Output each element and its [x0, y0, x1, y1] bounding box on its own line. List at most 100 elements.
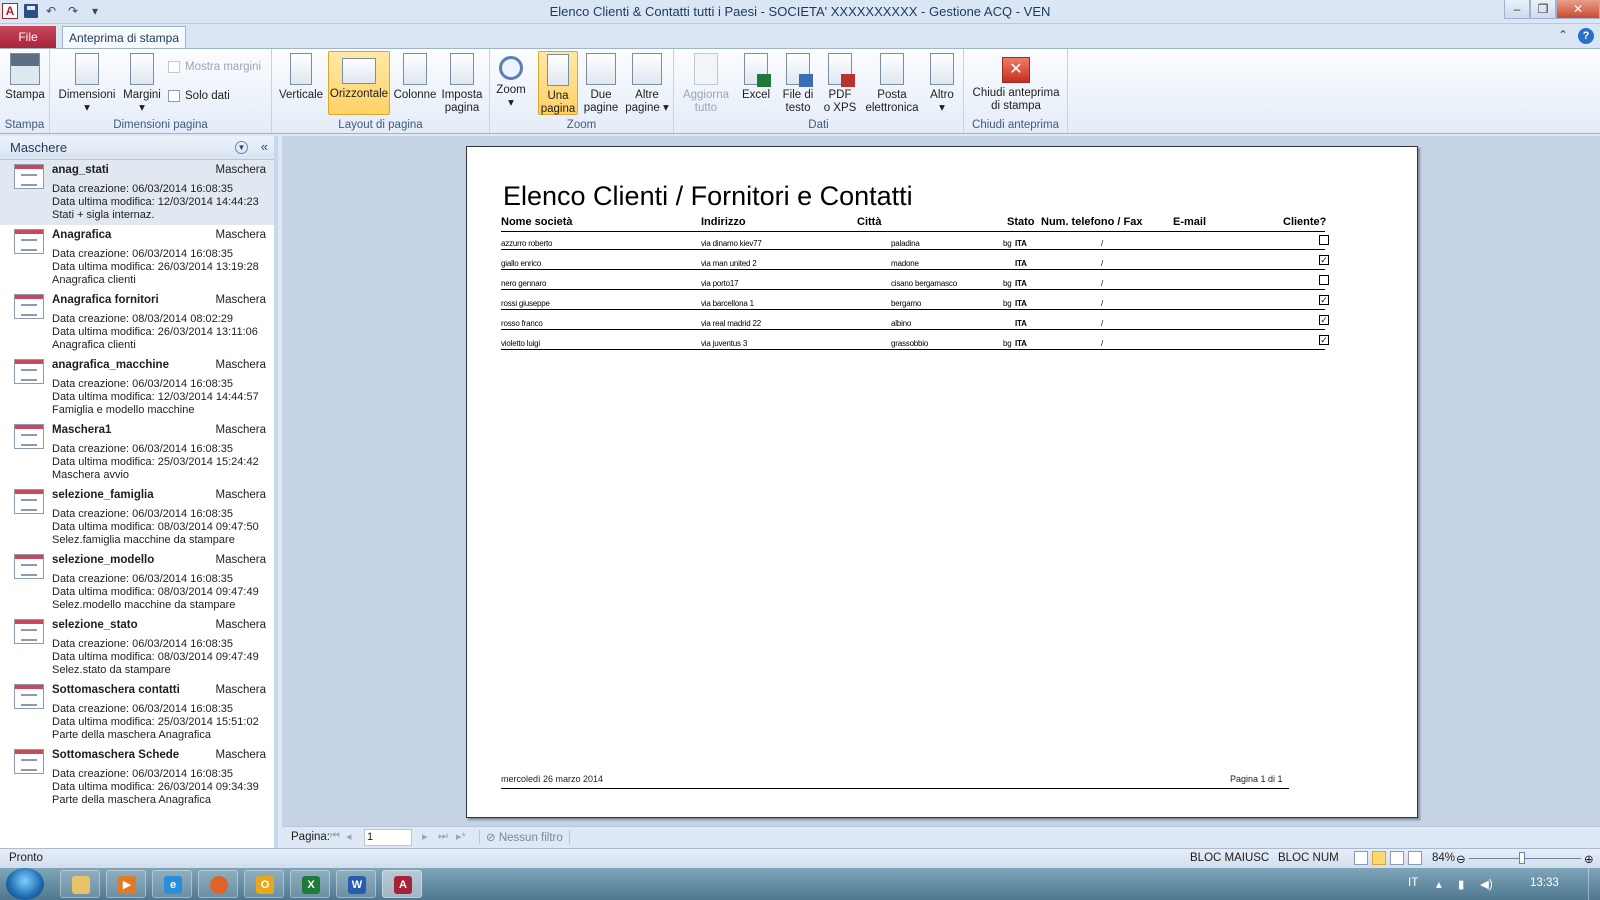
nav-item[interactable]: Sottomaschera contatti Maschera Data creaz… — [0, 680, 274, 745]
nav-item-created: Data creazione: 06/03/2014 16:08:35 — [52, 378, 234, 390]
more-export-button[interactable]: Altro ▾ — [924, 51, 960, 115]
taskbar-media-player[interactable]: ▶ — [106, 870, 146, 898]
report-cliente-checkbox: ✓ — [1319, 255, 1329, 265]
page-setup-icon — [450, 53, 474, 85]
collapse-pane-icon[interactable]: « — [261, 139, 268, 154]
report-cell-indirizzo: via dinamo kiev77 — [701, 239, 762, 248]
taskbar-word[interactable]: W — [336, 870, 376, 898]
taskbar-internet-explorer[interactable]: e — [152, 870, 192, 898]
nav-item[interactable]: anagrafica_macchine Maschera Data creazion… — [0, 355, 274, 420]
nav-item[interactable]: Anagrafica fornitori Maschera Data creazio… — [0, 290, 274, 355]
data-only-checkbox[interactable]: Solo dati — [168, 90, 230, 102]
zoom-slider-thumb[interactable] — [1519, 852, 1525, 864]
export-pdf-button[interactable]: PDF o XPS — [820, 51, 860, 115]
zoom-button[interactable]: Zoom ▾ — [494, 51, 528, 115]
nav-item-type: Maschera — [215, 684, 267, 696]
form-icon — [14, 164, 44, 189]
columns-button[interactable]: Colonne — [392, 51, 438, 115]
last-page-icon[interactable]: ⏭ — [438, 830, 448, 843]
nav-item-name: selezione_modello — [52, 554, 155, 566]
nav-item[interactable]: selezione_modello Maschera Data creazione:… — [0, 550, 274, 615]
taskbar-excel[interactable]: X — [290, 870, 330, 898]
minimize-button[interactable]: – — [1504, 0, 1530, 19]
print-preview-view-icon[interactable] — [1372, 851, 1386, 865]
print-button[interactable]: Stampa — [4, 51, 46, 115]
nav-item[interactable]: Maschera1 Maschera Data creazione: 06/03/2… — [0, 420, 274, 485]
tab-file[interactable]: File — [0, 26, 56, 48]
one-page-button[interactable]: Una pagina — [538, 51, 578, 115]
two-pages-button[interactable]: Due pagine — [580, 51, 622, 115]
nav-item-type: Maschera — [215, 619, 267, 631]
nav-item[interactable]: Anagrafica Maschera Data creazione: 06/03/… — [0, 225, 274, 290]
zoom-out-icon[interactable]: ⊖ — [1456, 852, 1466, 866]
report-cell-indirizzo: via juventus 3 — [701, 339, 748, 348]
language-indicator[interactable]: IT — [1408, 877, 1418, 889]
report-cliente-checkbox — [1319, 275, 1329, 285]
export-text-button[interactable]: File di testo — [778, 51, 818, 115]
more-pages-button[interactable]: Altre pagine ▾ — [624, 51, 670, 115]
landscape-button[interactable]: Orizzontale — [328, 51, 390, 115]
nav-item-created: Data creazione: 06/03/2014 16:08:35 — [52, 248, 234, 260]
margins-icon — [130, 53, 154, 85]
network-icon[interactable]: ▮ — [1458, 877, 1464, 891]
volume-icon[interactable]: ◀) — [1480, 877, 1493, 891]
close-preview-button[interactable]: ✕ Chiudi anteprima di stampa — [968, 51, 1064, 115]
report-cliente-checkbox: ✓ — [1319, 335, 1329, 345]
refresh-all-button[interactable]: Aggiorna tutto — [678, 51, 734, 115]
maximize-button[interactable]: ❐ — [1530, 0, 1556, 19]
text-file-icon — [786, 53, 813, 87]
report-cell-stato: ITA — [1015, 319, 1027, 328]
page-size-icon — [75, 53, 99, 85]
export-excel-button[interactable]: Excel — [736, 51, 776, 115]
report-view-icon[interactable] — [1354, 851, 1368, 865]
show-margins-checkbox[interactable]: Mostra margini — [168, 61, 261, 73]
tab-print-preview[interactable]: Anteprima di stampa — [62, 26, 186, 49]
zoom-slider-track[interactable] — [1469, 858, 1581, 859]
next-page-icon[interactable]: ▸ — [422, 830, 428, 843]
layout-view-icon[interactable] — [1390, 851, 1404, 865]
nav-item-description: Parte della maschera Anagrafica — [52, 794, 211, 806]
nav-dropdown-icon[interactable]: ▼ — [235, 141, 248, 154]
window-controls: – ❐ ✕ — [1504, 0, 1600, 19]
design-view-icon[interactable] — [1408, 851, 1422, 865]
report-cell-nome: violetto luigi — [501, 339, 541, 348]
caps-lock-indicator: BLOC MAIUSC — [1190, 852, 1270, 864]
nav-item-name: selezione_famiglia — [52, 489, 154, 501]
page-setup-button[interactable]: Imposta pagina — [438, 51, 486, 115]
page-number-input[interactable]: 1 — [364, 829, 412, 846]
nav-item[interactable]: selezione_famiglia Maschera Data creazione… — [0, 485, 274, 550]
nav-item[interactable]: Sottomaschera Schede Maschera Data creazio… — [0, 745, 274, 810]
prev-page-icon[interactable]: ◂ — [346, 830, 352, 843]
show-desktop-button[interactable] — [1588, 868, 1600, 900]
email-button[interactable]: Posta elettronica — [862, 51, 922, 115]
nav-title[interactable]: Maschere — [10, 140, 67, 155]
help-icon[interactable]: ? — [1578, 28, 1594, 44]
first-page-icon[interactable]: ⏮ — [330, 830, 340, 843]
nav-item[interactable]: anag_stati Maschera Data creazione: 06/03/… — [0, 160, 274, 225]
size-button[interactable]: Dimensioni ▾ — [58, 51, 116, 115]
taskbar-outlook[interactable]: O — [244, 870, 284, 898]
new-record-icon[interactable]: ▸* — [456, 830, 466, 843]
close-button[interactable]: ✕ — [1556, 0, 1600, 19]
print-preview-area[interactable]: Elenco Clienti / Fornitori e Contatti No… — [282, 136, 1600, 826]
report-cell-stato: ITA — [1015, 239, 1027, 248]
windows-taskbar: ▶ e O X W A IT ▴ ▮ ◀) 13:33 — [0, 868, 1600, 900]
header-indirizzo: Indirizzo — [701, 216, 746, 228]
no-filter-button[interactable]: ⊘ Nessun filtro — [479, 830, 570, 844]
taskbar-explorer[interactable] — [60, 870, 100, 898]
zoom-in-icon[interactable]: ⊕ — [1584, 852, 1594, 866]
nav-item[interactable]: selezione_stato Maschera Data creazione: 0… — [0, 615, 274, 680]
tray-arrow-icon[interactable]: ▴ — [1436, 877, 1442, 891]
nav-item-type: Maschera — [215, 359, 267, 371]
nav-item-description: Selez.modello macchine da stampare — [52, 599, 236, 611]
start-button-icon[interactable] — [6, 868, 44, 900]
group-label-dimensioni: Dimensioni pagina — [113, 119, 208, 131]
minimize-ribbon-icon[interactable]: ⌃ — [1558, 28, 1568, 44]
taskbar-access[interactable]: A — [382, 870, 422, 898]
nav-item-name: anag_stati — [52, 164, 109, 176]
taskbar-firefox[interactable] — [198, 870, 238, 898]
nav-item-name: Anagrafica fornitori — [52, 294, 159, 306]
margins-button[interactable]: Margini ▾ — [116, 51, 168, 115]
clock[interactable]: 13:33 — [1530, 877, 1559, 889]
portrait-button[interactable]: Verticale — [278, 51, 324, 115]
